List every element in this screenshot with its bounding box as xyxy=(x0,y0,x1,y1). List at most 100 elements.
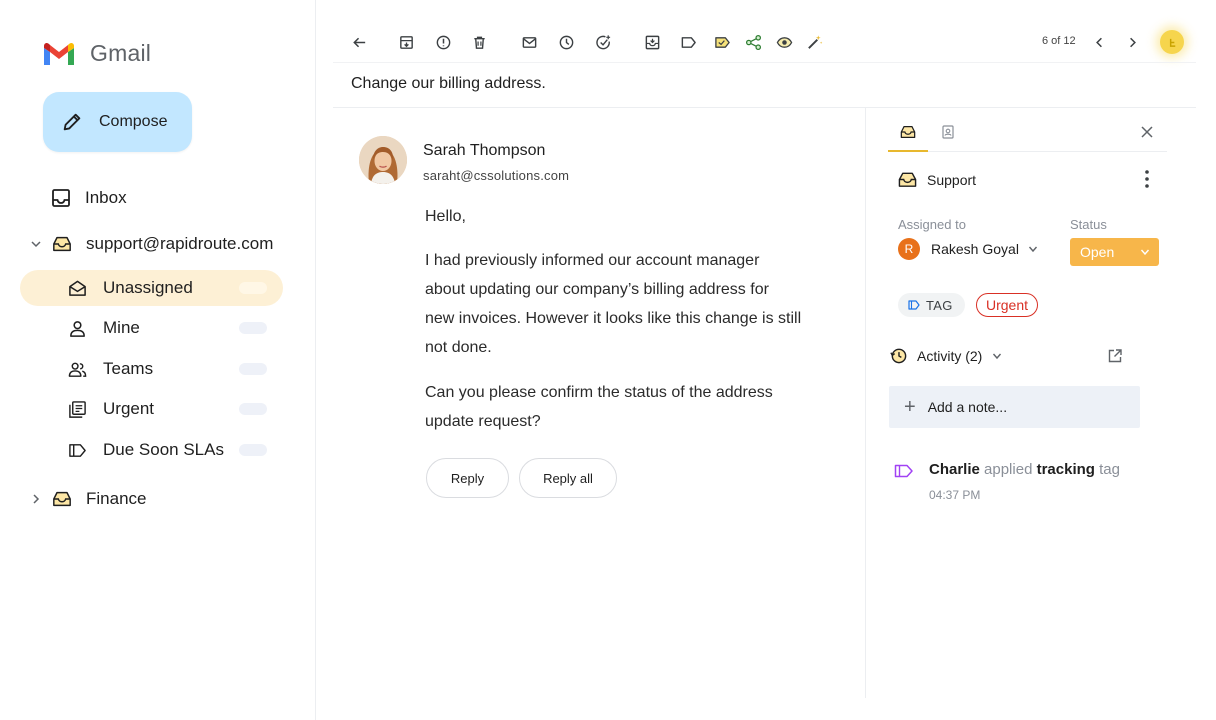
history-icon xyxy=(890,348,907,364)
active-tab-indicator xyxy=(888,150,928,152)
tab-inbox[interactable] xyxy=(898,122,918,142)
snooze-icon[interactable] xyxy=(556,32,576,52)
contact-card-icon xyxy=(942,125,954,139)
assignee-avatar: R xyxy=(898,238,920,260)
label-icon[interactable] xyxy=(678,32,698,52)
body-line: not done. xyxy=(425,339,492,356)
sidebar-item-unassigned[interactable]: Unassigned xyxy=(20,270,283,306)
sidebar: Gmail Compose Inbox support@rapidroute.c… xyxy=(0,0,316,720)
sidebar-item-label: Due Soon SLAs xyxy=(103,440,224,459)
log-suffix: tag xyxy=(1099,461,1120,478)
inbox-icon xyxy=(50,187,72,209)
log-actor: Charlie xyxy=(929,461,980,478)
archive-icon[interactable] xyxy=(396,32,416,52)
assignee-name: Rakesh Goyal xyxy=(931,241,1019,257)
pagination-label: 6 of 12 xyxy=(1042,35,1076,47)
nav-account-finance[interactable]: Finance xyxy=(29,488,146,510)
inbox-name-row: Support xyxy=(898,170,976,189)
sender-name: Sarah Thompson xyxy=(423,142,546,159)
inbox-tray-icon xyxy=(900,126,916,138)
body-line: new invoices. However it looks like this… xyxy=(425,310,802,327)
eye-icon[interactable] xyxy=(774,32,794,52)
sender-avatar xyxy=(359,136,407,184)
reply-all-button[interactable]: Reply all xyxy=(519,458,617,498)
status-value: Open xyxy=(1080,244,1115,260)
add-task-icon[interactable] xyxy=(593,32,613,52)
body-line: about updating our company’s billing add… xyxy=(425,281,769,298)
back-arrow-icon[interactable] xyxy=(349,32,369,52)
delete-icon[interactable] xyxy=(469,32,489,52)
prev-icon[interactable] xyxy=(1089,32,1109,52)
sidebar-item-mine[interactable]: Mine xyxy=(20,310,283,346)
stacked-docs-icon xyxy=(66,398,88,420)
log-timestamp: 04:37 PM xyxy=(929,488,981,502)
gmail-logo[interactable]: Gmail xyxy=(42,40,151,67)
add-note-button[interactable]: + Add a note... xyxy=(889,386,1140,428)
activity-toggle[interactable]: Activity (2) xyxy=(889,346,1002,365)
tag-icon[interactable] xyxy=(712,32,732,52)
count-badge xyxy=(239,322,267,334)
inbox-tray-icon xyxy=(51,233,73,255)
count-badge xyxy=(239,444,267,456)
sidebar-item-label: Unassigned xyxy=(103,278,193,297)
tab-contact[interactable] xyxy=(938,122,958,142)
report-spam-icon[interactable] xyxy=(433,32,453,52)
status-dropdown[interactable]: Open xyxy=(1070,238,1159,266)
app-name: Gmail xyxy=(90,40,152,66)
email-toolbar: 6 of 12 xyxy=(333,22,1196,62)
sidebar-item-label: Urgent xyxy=(103,399,155,418)
chevron-down-icon[interactable] xyxy=(29,237,43,251)
reply-button[interactable]: Reply xyxy=(426,458,509,498)
inbox-label: Inbox xyxy=(85,188,127,207)
activity-label: Activity (2) xyxy=(917,347,983,364)
email-pane: Sarah Thompson saraht@cssolutions.com He… xyxy=(333,108,866,698)
log-tag: tracking xyxy=(1036,461,1095,478)
activity-log-item: Charlie applied tracking tag xyxy=(894,461,1120,478)
share-icon[interactable] xyxy=(743,32,763,52)
chevron-down-icon xyxy=(993,353,1002,359)
email-paragraph-1: I had previously informed our account ma… xyxy=(425,246,845,362)
open-in-new-icon[interactable] xyxy=(1107,348,1123,364)
add-note-label: Add a note... xyxy=(927,399,1008,415)
body-line: I had previously informed our account ma… xyxy=(425,252,760,269)
gmail-m-icon xyxy=(44,42,74,65)
tag-outline-icon xyxy=(894,464,913,478)
sidebar-item-due-soon-slas[interactable]: Due Soon SLAs xyxy=(20,432,283,468)
magic-wand-icon[interactable] xyxy=(804,32,824,52)
next-icon[interactable] xyxy=(1122,32,1142,52)
chevron-right-icon[interactable] xyxy=(29,492,43,506)
activity-log-text: Charlie applied tracking tag xyxy=(929,461,1120,478)
sidebar-item-urgent[interactable]: Urgent xyxy=(20,391,283,427)
tag-button[interactable]: TAG xyxy=(898,293,965,317)
person-icon xyxy=(66,317,88,339)
mark-unread-icon[interactable] xyxy=(519,32,539,52)
pencil-icon xyxy=(63,113,81,131)
urgent-tag[interactable]: Urgent xyxy=(976,293,1039,317)
people-icon xyxy=(66,358,88,380)
email-greeting: Hello, xyxy=(425,208,466,225)
inbox-name: Support xyxy=(927,171,977,188)
account-label: support@rapidroute.com xyxy=(86,234,274,253)
sidebar-item-label: Mine xyxy=(103,318,140,337)
body-line: update request? xyxy=(425,413,541,430)
inbox-tray-icon xyxy=(898,172,917,187)
count-badge xyxy=(239,282,267,294)
nav-inbox[interactable]: Inbox xyxy=(50,187,127,209)
compose-label: Compose xyxy=(99,113,168,130)
nav-account-support[interactable]: support@rapidroute.com xyxy=(29,233,273,255)
user-avatar[interactable] xyxy=(1160,30,1184,54)
sidebar-item-teams[interactable]: Teams xyxy=(20,351,283,387)
status-label: Status xyxy=(1070,217,1107,232)
body-line: Can you please confirm the status of the… xyxy=(425,384,773,401)
chevron-down-icon xyxy=(1140,249,1150,256)
move-to-icon[interactable] xyxy=(642,32,662,52)
open-envelope-icon xyxy=(66,277,88,299)
count-badge xyxy=(239,363,267,375)
sender-email: saraht@cssolutions.com xyxy=(423,168,570,183)
label-icon xyxy=(908,300,920,310)
compose-button[interactable]: Compose xyxy=(43,92,192,152)
log-action: applied xyxy=(984,461,1033,478)
more-vert-icon[interactable] xyxy=(1141,168,1153,190)
assignee-dropdown[interactable]: R Rakesh Goyal xyxy=(898,238,1038,260)
close-icon[interactable] xyxy=(1139,124,1155,140)
